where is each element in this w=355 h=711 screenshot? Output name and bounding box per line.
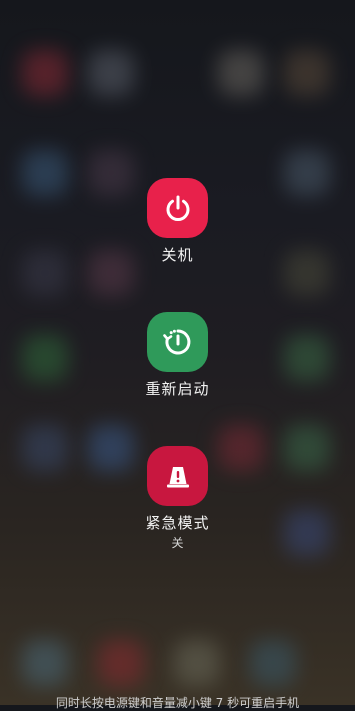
restart-button[interactable] [147, 312, 208, 372]
emergency-mode-label: 紧急模式 [145, 514, 210, 532]
power-off-option[interactable]: 关机 [0, 178, 355, 264]
power-off-label: 关机 [161, 246, 194, 264]
restart-icon [161, 325, 195, 359]
emergency-mode-status: 关 [171, 536, 184, 550]
emergency-mode-option[interactable]: 紧急模式 关 [0, 446, 355, 550]
emergency-mode-button[interactable] [147, 446, 208, 506]
emergency-light-icon [162, 460, 194, 492]
restart-label: 重新启动 [145, 380, 210, 398]
restart-hint-text: 同时长按电源键和音量减小键 7 秒可重启手机 [55, 696, 300, 710]
power-off-button[interactable] [147, 178, 208, 238]
power-icon [162, 192, 194, 224]
power-menu: 关机 重新启动 紧急模式 关 [0, 0, 355, 705]
restart-option[interactable]: 重新启动 [0, 312, 355, 398]
